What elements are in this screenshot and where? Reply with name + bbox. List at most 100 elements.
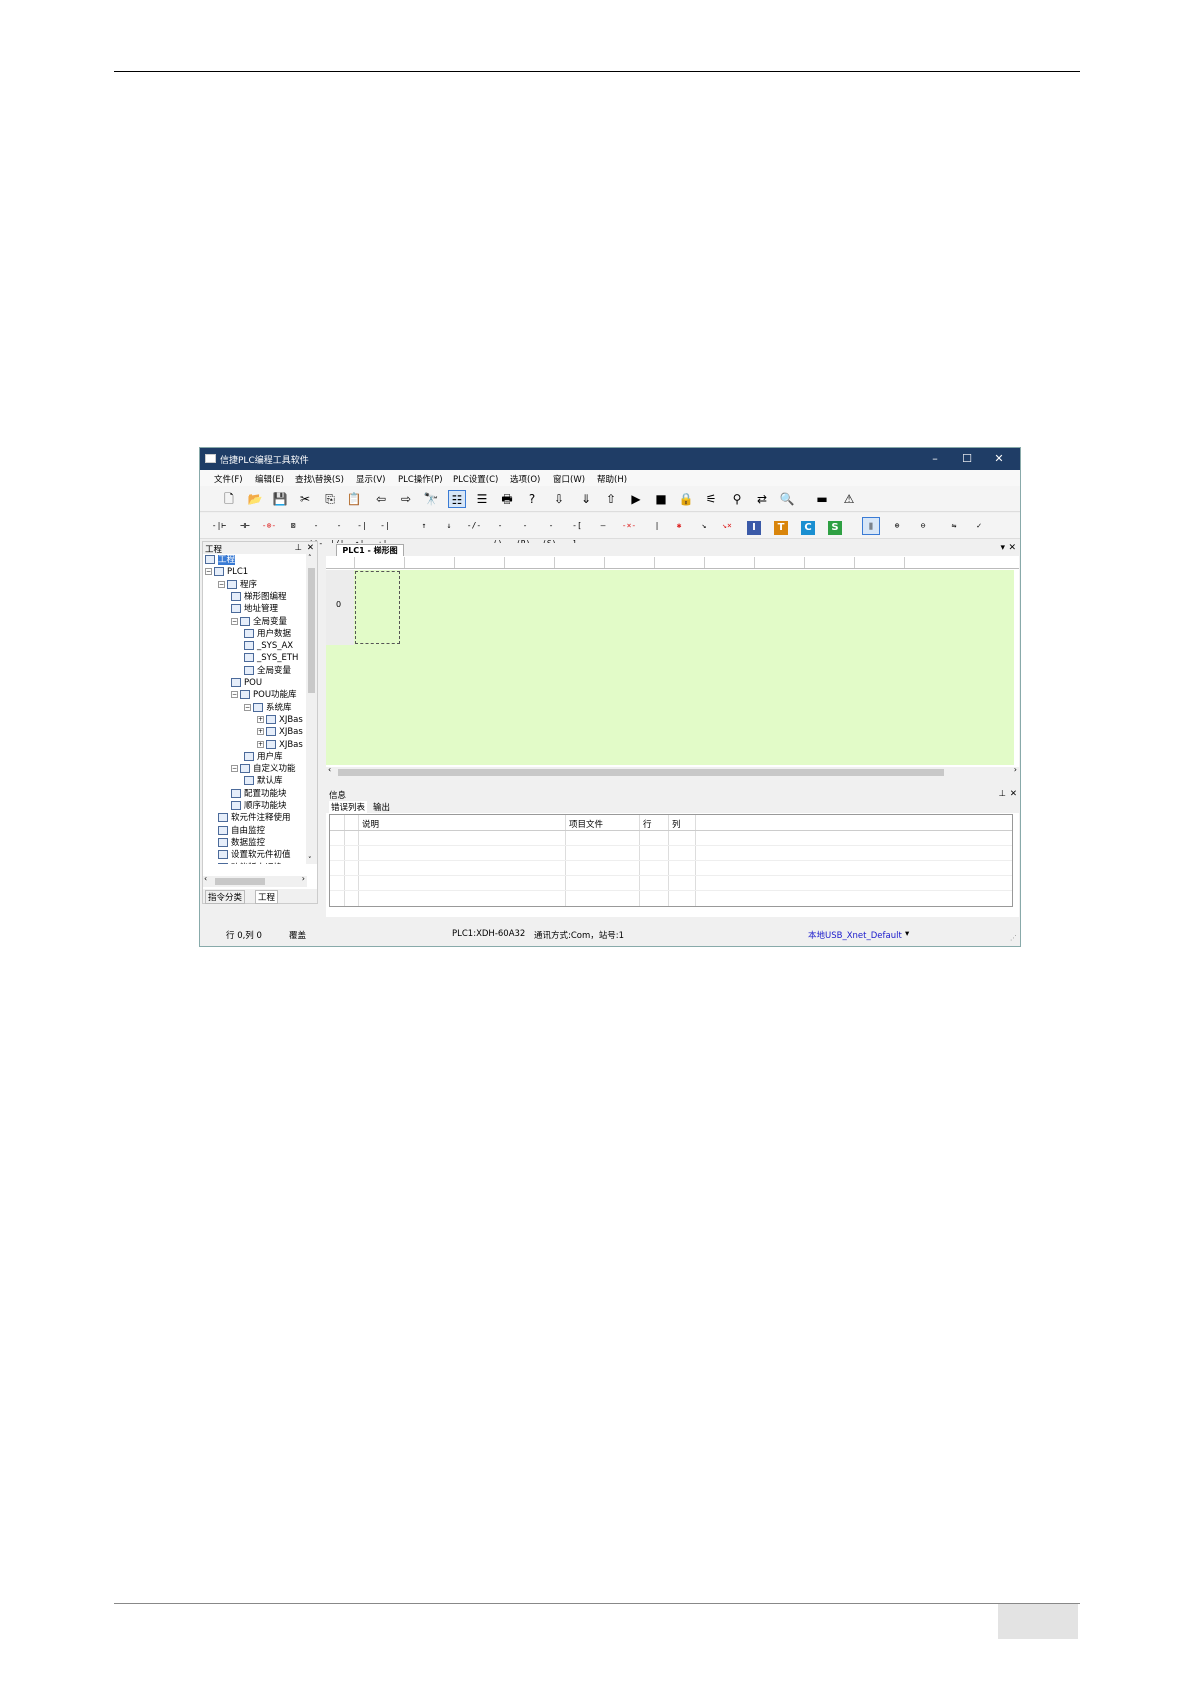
tree-node[interactable]: − 系统库	[244, 702, 292, 714]
forward-icon[interactable]: ⇨	[397, 490, 415, 508]
tree-node[interactable]: − PLC1	[205, 566, 248, 578]
tab-menu-icon[interactable]: ▾	[1000, 543, 1005, 553]
tree-node[interactable]: − 全局变量	[231, 616, 287, 628]
ladder-scroll-left-icon[interactable]: ‹	[328, 765, 331, 774]
menu-file[interactable]: 文件(F)	[214, 473, 243, 485]
tree-node[interactable]: + XJBas	[257, 739, 303, 751]
collapse-icon[interactable]: −	[231, 765, 238, 773]
tab-close-icon[interactable]: ✕	[1008, 543, 1016, 553]
tree-node[interactable]: 地址管理	[231, 603, 278, 615]
collapse-icon[interactable]: −	[231, 691, 238, 699]
menu-help[interactable]: 帮助(H)	[597, 473, 627, 485]
connection-dropdown-icon[interactable]: ▾	[905, 929, 909, 939]
download-all-icon[interactable]: ⇓	[577, 490, 595, 508]
tree-node[interactable]: 数据监控	[218, 837, 265, 849]
func-block-icon[interactable]: -[ ]-	[568, 517, 586, 548]
device-icon[interactable]: ▬	[813, 490, 831, 508]
menu-plc-operation[interactable]: PLC操作(P)	[398, 473, 443, 485]
column-header-column[interactable]: 列	[672, 818, 681, 830]
column-header-description[interactable]: 说明	[362, 818, 379, 830]
cut-icon[interactable]: ✂	[296, 490, 314, 508]
tree-vscroll-thumb[interactable]	[308, 568, 315, 693]
s-block-icon[interactable]: S	[826, 517, 844, 535]
copy-icon[interactable]: ⎘	[321, 490, 339, 508]
tree-node[interactable]: 用户数据	[244, 628, 291, 640]
tree-node[interactable]: POU	[231, 677, 262, 689]
i-block-icon[interactable]: I	[745, 517, 763, 535]
falling-contact-icon[interactable]: -|↓|-	[376, 517, 394, 548]
invert-icon[interactable]: -/-	[465, 517, 483, 535]
scroll-right-icon[interactable]: ›	[302, 874, 305, 883]
tree-node[interactable]: 配置功能块	[231, 788, 287, 800]
instruction-view-icon[interactable]: ☰	[473, 490, 491, 508]
help-icon[interactable]: ?	[523, 490, 541, 508]
new-icon[interactable]: 🗋	[220, 490, 238, 508]
column-header-row[interactable]: 行	[643, 818, 652, 830]
contact-nc-icon[interactable]: ⊣⊢	[236, 517, 254, 535]
column-icon[interactable]: ⫼	[862, 517, 880, 535]
print-icon[interactable]: 🖶	[498, 490, 516, 508]
tab-instruction-category[interactable]: 指令分类	[205, 890, 246, 904]
info-close-icon[interactable]: ✕	[1010, 789, 1017, 799]
contact-no-icon[interactable]: -|⊢	[210, 517, 228, 535]
tree-node[interactable]: 顺序功能块	[231, 800, 287, 812]
resize-grip-icon[interactable]: ⋰	[1010, 934, 1017, 942]
collapse-icon[interactable]: −	[231, 617, 238, 625]
upload-icon[interactable]: ⇧	[602, 490, 620, 508]
save-icon[interactable]: 💾	[271, 490, 289, 508]
ladder-cursor[interactable]	[355, 571, 400, 644]
menu-plc-settings[interactable]: PLC设置(C)	[453, 473, 498, 485]
zoom-dropdown-icon[interactable]: 🔍	[778, 490, 796, 508]
rising-edge-icon[interactable]: ↑	[415, 517, 433, 535]
menu-options[interactable]: 选项(O)	[510, 473, 540, 485]
info-pin-icon[interactable]: ⊥	[999, 789, 1006, 799]
reset-coil-icon[interactable]: -(R)-	[516, 517, 535, 548]
tree-node[interactable]: − 程序	[218, 579, 257, 591]
tree-node[interactable]: 默认库	[244, 775, 283, 787]
check-icon[interactable]: ✓	[970, 517, 988, 535]
compare-icon[interactable]: ⇄	[753, 490, 771, 508]
scroll-down-icon[interactable]: ˅	[308, 856, 312, 864]
find-icon[interactable]: 🔭	[422, 490, 440, 508]
tab-project[interactable]: 工程	[255, 890, 279, 904]
tree-node[interactable]: 自由监控	[218, 825, 265, 837]
pin-icon[interactable]: ⊥	[295, 543, 302, 553]
ladder-scroll-right-icon[interactable]: ›	[1014, 765, 1017, 774]
menu-edit[interactable]: 编辑(E)	[255, 473, 284, 485]
panel-close-icon[interactable]: ✕	[307, 543, 314, 553]
close-button[interactable]: ✕	[984, 450, 1014, 468]
column-header-project-file[interactable]: 项目文件	[569, 818, 603, 830]
zoom-out-icon[interactable]: ⊖	[914, 517, 932, 535]
ladder-horizontal-scrollbar[interactable]: ‹ ›	[326, 765, 1019, 778]
menu-find-replace[interactable]: 查找\替换(S)	[295, 473, 344, 485]
hline-icon[interactable]: —	[594, 517, 612, 535]
expand-icon[interactable]: +	[257, 740, 264, 748]
t-block-icon[interactable]: T	[772, 517, 790, 535]
tab-output[interactable]: 输出	[371, 801, 392, 813]
tree-node[interactable]: 工程	[205, 554, 236, 566]
scroll-up-icon[interactable]: ˄	[308, 554, 312, 562]
expand-icon[interactable]: +	[257, 715, 264, 723]
falling-edge-icon[interactable]: ↓	[440, 517, 458, 535]
tab-error-list[interactable]: 错误列表	[329, 801, 368, 813]
zoom-in-icon[interactable]: ⊕	[888, 517, 906, 535]
rising-contact-icon[interactable]: -|↑|-	[353, 517, 371, 548]
tree-node[interactable]: − POU功能库	[231, 689, 297, 701]
status-connection[interactable]: 本地USB_Xnet_Default	[808, 929, 902, 941]
open-contact-icon[interactable]: -||-	[307, 517, 325, 548]
open-icon[interactable]: 📂	[246, 490, 264, 508]
tree-node[interactable]: + XJBas	[257, 714, 303, 726]
draw-line-icon[interactable]: ↘	[695, 517, 713, 535]
erase-line-icon[interactable]: ↘×	[718, 517, 736, 535]
tree-node[interactable]: + XJBas	[257, 726, 303, 738]
tree-node[interactable]: 全局变量	[244, 665, 291, 677]
closed-contact-icon[interactable]: -|/|-	[330, 517, 349, 548]
collapse-icon[interactable]: −	[218, 580, 225, 588]
online-icon[interactable]: ⚲	[728, 490, 746, 508]
lock-icon[interactable]: 🔒	[677, 490, 695, 508]
collapse-icon[interactable]: −	[244, 703, 251, 711]
minimize-button[interactable]: –	[920, 450, 950, 468]
monitor-icon[interactable]: ⚟	[702, 490, 720, 508]
tree-node[interactable]: 用户库	[244, 751, 283, 763]
vline-icon[interactable]: |	[648, 517, 666, 535]
